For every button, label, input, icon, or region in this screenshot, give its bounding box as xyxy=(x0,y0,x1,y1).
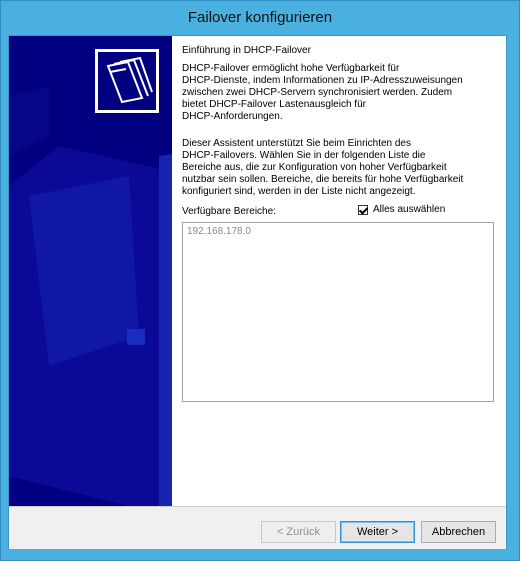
intro-paragraph-2: Dieser Assistent unterstützt Sie beim Ei… xyxy=(182,138,492,198)
scopes-listbox[interactable]: 192.168.178.0 xyxy=(182,222,494,402)
wizard-footer: < Zurück Weiter > Abbrechen xyxy=(9,506,506,549)
text-line: Dieser Assistent unterstützt Sie beim Ei… xyxy=(182,138,411,149)
text-line: zwischen zwei DHCP-Servern synchronisier… xyxy=(182,87,453,98)
text-line: DHCP-Dienste, indem Informationen zu IP-… xyxy=(182,75,463,86)
wizard-client-area: Einführung in DHCP-Failover DHCP-Failove… xyxy=(8,35,507,549)
select-all-checkbox[interactable]: Alles auswählen xyxy=(358,204,445,215)
text-line: Bereiche aus, die zur Konfiguration von … xyxy=(182,162,447,173)
checkbox-checked-icon[interactable] xyxy=(358,204,368,215)
wizard-content: Einführung in DHCP-Failover DHCP-Failove… xyxy=(172,36,506,506)
intro-paragraph-1: DHCP-Failover ermöglicht hohe Verfügbark… xyxy=(182,63,492,123)
next-button[interactable]: Weiter > xyxy=(340,521,415,543)
intro-heading: Einführung in DHCP-Failover xyxy=(182,45,311,56)
available-scopes-label: Verfügbare Bereiche: xyxy=(182,206,276,217)
text-line: konfiguriert sind, werden in der Liste n… xyxy=(182,186,416,197)
text-line: DHCP-Anforderungen. xyxy=(182,111,283,122)
list-item[interactable]: 192.168.178.0 xyxy=(187,226,251,237)
text-line: bietet DHCP-Failover Lastenausgleich für xyxy=(182,99,366,110)
wizard-window: Failover konfigurieren Einführung in DHC… xyxy=(0,0,520,561)
folders-icon xyxy=(95,49,159,113)
wizard-sidebar xyxy=(9,36,172,506)
select-all-label: Alles auswählen xyxy=(373,204,446,215)
text-line: DHCP-Failover ermöglicht hohe Verfügbark… xyxy=(182,63,400,74)
back-button[interactable]: < Zurück xyxy=(261,521,336,543)
cancel-button[interactable]: Abbrechen xyxy=(421,521,496,543)
text-line: nutzbar sein sollen. Bereiche, die berei… xyxy=(182,174,464,185)
window-title: Failover konfigurieren xyxy=(187,9,333,26)
text-line: DHCP-Failovers. Wählen Sie in der folgen… xyxy=(182,150,426,161)
